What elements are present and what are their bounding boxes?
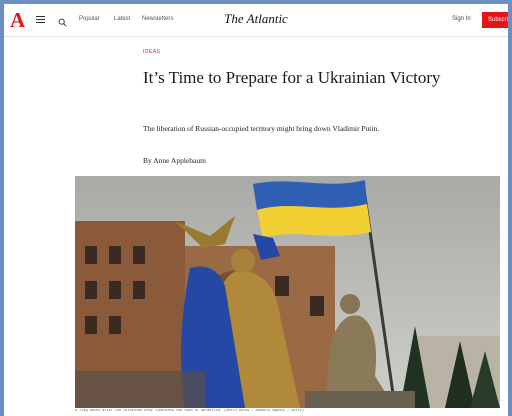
site-header: A Popular Latest Newsletters The Atlanti… [4, 4, 508, 37]
article-byline[interactable]: By Anne Applebaum [143, 156, 206, 165]
sign-in-link[interactable]: Sign In [452, 16, 471, 22]
nav-latest[interactable]: Latest [114, 15, 130, 23]
hamburger-icon[interactable] [36, 16, 45, 23]
photo-caption: A flag waves after the Ukrainian army li… [75, 409, 304, 413]
nav-newsletters[interactable]: Newsletters [142, 15, 173, 23]
article-dek: The liberation of Russian-occupied terri… [143, 124, 380, 133]
nav-popular[interactable]: Popular [79, 15, 100, 23]
section-label[interactable]: Ideas [143, 49, 161, 55]
atlantic-logo[interactable]: A [10, 8, 25, 32]
browser-window: A Popular Latest Newsletters The Atlanti… [4, 4, 508, 416]
search-icon[interactable] [58, 14, 67, 27]
article-headline: It’s Time to Prepare for a Ukrainian Vic… [143, 68, 441, 87]
lead-photo [75, 176, 500, 408]
subscribe-button[interactable]: Subscribe [482, 12, 508, 28]
